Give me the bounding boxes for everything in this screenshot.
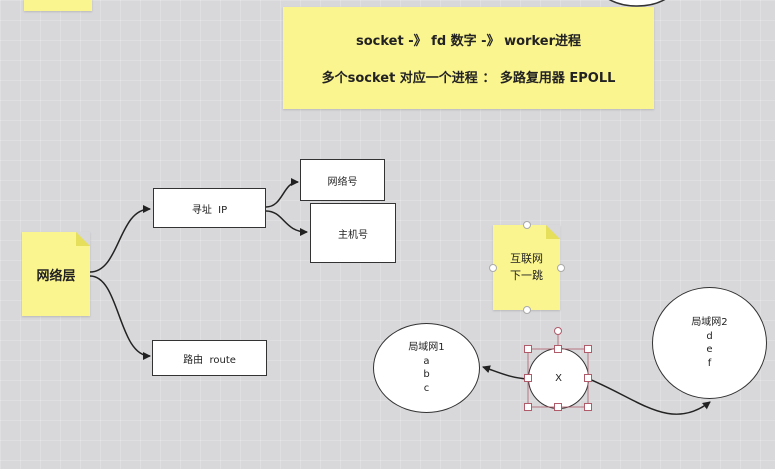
- network-number-box[interactable]: 网络号: [300, 159, 385, 201]
- lan2-line-d: d: [706, 330, 713, 342]
- selection-handle-bottom-right[interactable]: [584, 403, 592, 411]
- lan2-line-e: e: [706, 344, 713, 355]
- internet-next-hop-label: 互联网 下一跳: [507, 251, 547, 284]
- lan1-title: 局域网1: [408, 342, 445, 353]
- top-right-shape-edge[interactable]: [595, 0, 679, 7]
- internet-label: 互联网: [510, 252, 543, 265]
- lan2-line-f: f: [707, 357, 712, 369]
- top-left-sticky-note[interactable]: [24, 0, 92, 11]
- internet-next-hop-note[interactable]: 互联网 下一跳: [493, 225, 560, 310]
- socket-summary-note[interactable]: socket -》 fd 数字 -》 worker进程 多个socket 对应一…: [283, 7, 654, 109]
- host-number-box[interactable]: 主机号: [310, 203, 396, 263]
- addressing-ip-box[interactable]: 寻址 IP: [153, 188, 266, 228]
- node-x-label: X: [555, 372, 562, 384]
- routing-label: 路由 route: [183, 354, 236, 366]
- connector-x-to-lan1[interactable]: [482, 365, 529, 380]
- note-handle-top[interactable]: [523, 221, 531, 229]
- lan1-circle[interactable]: 局域网1 a b c: [373, 323, 480, 413]
- lan2-circle[interactable]: 局域网2 d e f: [652, 287, 767, 399]
- node-x-circle[interactable]: X: [528, 348, 589, 409]
- selection-handle-bottom[interactable]: [554, 403, 562, 411]
- connector-addressing-to-network-number[interactable]: [265, 178, 299, 208]
- selection-handle-top-left[interactable]: [524, 345, 532, 353]
- next-hop-label: 下一跳: [510, 268, 543, 282]
- note-handle-bottom[interactable]: [523, 306, 531, 314]
- host-number-label: 主机号: [338, 229, 368, 241]
- network-layer-note[interactable]: 网络层: [22, 232, 90, 316]
- connector-network-to-routing[interactable]: [89, 275, 151, 360]
- rotate-handle[interactable]: [554, 327, 562, 335]
- selection-handle-right[interactable]: [584, 374, 592, 382]
- lan2-title: 局域网2: [691, 317, 728, 328]
- note-handle-right[interactable]: [557, 264, 565, 272]
- network-number-label: 网络号: [327, 176, 358, 188]
- lan1-line-c: c: [423, 382, 430, 394]
- summary-line-2: 多个socket 对应一个进程 ： 多路复用器 EPOLL: [321, 71, 616, 86]
- lan1-line-a: a: [423, 355, 430, 367]
- selection-handle-left[interactable]: [524, 374, 532, 382]
- lan1-line-b: b: [423, 369, 430, 380]
- selection-handle-top-right[interactable]: [584, 345, 592, 353]
- selection-handle-top[interactable]: [554, 345, 562, 353]
- connector-network-to-addressing[interactable]: [89, 205, 151, 273]
- selection-handle-bottom-left[interactable]: [524, 403, 532, 411]
- diagram-canvas[interactable]: socket -》 fd 数字 -》 worker进程 多个socket 对应一…: [0, 0, 775, 469]
- connector-addressing-to-host-number[interactable]: [265, 210, 308, 236]
- network-layer-label: 网络层: [36, 268, 76, 284]
- routing-box[interactable]: 路由 route: [152, 340, 267, 376]
- note-handle-left[interactable]: [489, 264, 497, 272]
- summary-line-1: socket -》 fd 数字 -》 worker进程: [356, 34, 581, 49]
- addressing-ip-label: 寻址 IP: [191, 204, 228, 216]
